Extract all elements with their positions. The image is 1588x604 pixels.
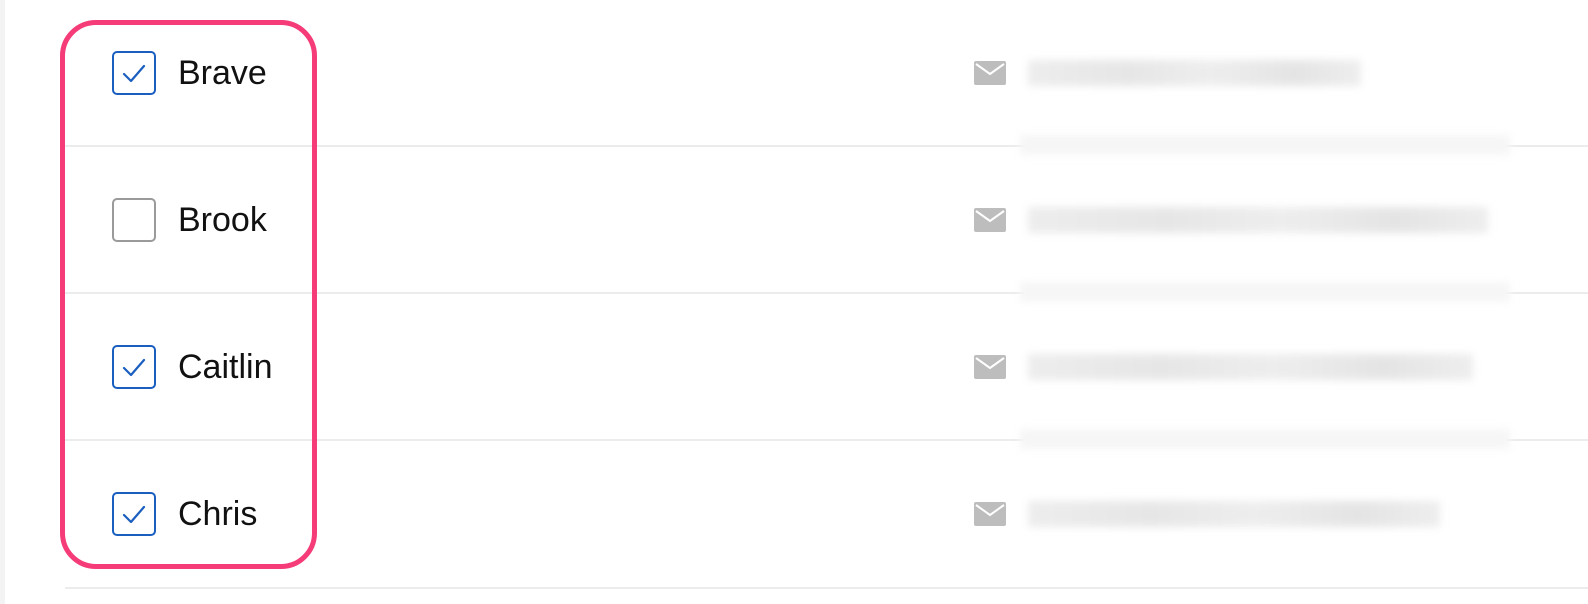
contact-name: Caitlin [178,347,273,386]
checkmark-icon [122,64,146,82]
contact-email: █████████████████████████ [1028,353,1473,380]
contact-email: ████████████████████████████ [1028,206,1488,233]
contact-name: Brook [178,200,267,239]
mail-icon [974,502,1006,526]
left-edge-divider [0,0,5,604]
contact-row[interactable]: Chris ██████████████████████████ [65,441,1588,589]
contact-checkbox-chris[interactable] [112,492,156,536]
checkmark-icon [122,358,146,376]
checkmark-icon [122,505,146,524]
contact-checkbox-brook[interactable] [112,197,156,242]
mail-icon [974,354,1006,379]
contact-row[interactable]: Brave ████████████████████ [65,0,1588,155]
contact-row[interactable]: Brook ████████████████████████████ [65,147,1588,302]
mail-icon [974,60,1006,85]
mail-icon [974,207,1006,232]
contact-checkbox-caitlin[interactable] [112,344,156,389]
contact-email: ████████████████████ [1028,59,1361,86]
contact-row[interactable]: Caitlin █████████████████████████ [65,294,1588,449]
contact-checkbox-brave[interactable] [112,50,156,95]
contact-name: Chris [178,495,258,533]
contact-email: ██████████████████████████ [1028,501,1440,527]
contact-name: Brave [178,53,267,92]
contact-list: Brave ████████████████████ Brook ███████… [65,0,1588,589]
